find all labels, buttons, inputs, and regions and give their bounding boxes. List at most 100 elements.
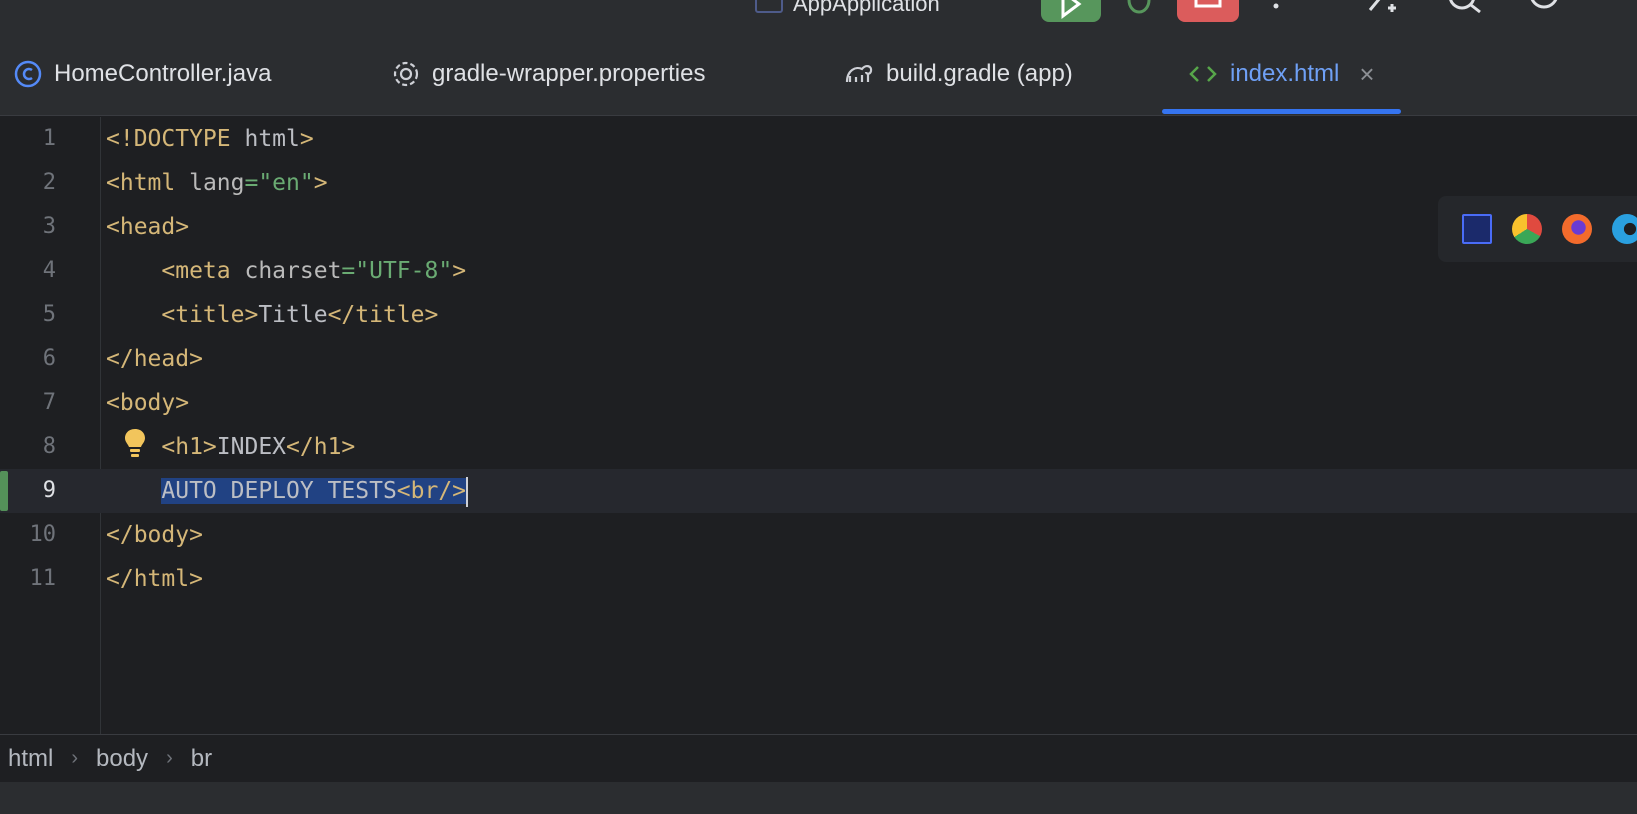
- code-token: AUTO DEPLOY TESTS: [161, 478, 397, 504]
- code-token: </h1>: [286, 434, 356, 460]
- code-text: <!DOCTYPE html>: [106, 117, 314, 161]
- code-token: html: [244, 126, 300, 152]
- code-text: </body>: [106, 513, 203, 557]
- code-text: <head>: [106, 205, 189, 249]
- search-icon: [1449, 0, 1481, 14]
- code-token: </title>: [327, 302, 439, 328]
- code-text: <html lang="en">: [106, 161, 328, 205]
- code-line[interactable]: 8 <h1>INDEX</h1>: [0, 425, 1637, 469]
- code-line[interactable]: 7 <body>: [0, 381, 1637, 425]
- line-number: 3: [42, 214, 56, 239]
- status-bar: [0, 782, 1637, 814]
- add-user-button[interactable]: [1366, 0, 1406, 19]
- play-icon: [1061, 0, 1082, 19]
- tab-label: HomeController.java: [54, 60, 272, 87]
- code-line[interactable]: 10 </body>: [0, 513, 1637, 557]
- breadcrumb: html › body › br: [0, 734, 1637, 782]
- code-text: <meta charset="UTF-8">: [106, 249, 466, 293]
- line-number: 10: [29, 522, 57, 547]
- code-text: <title>Title</title>: [106, 293, 438, 337]
- code-token: <head>: [106, 214, 190, 240]
- code-line[interactable]: 6 </head>: [0, 337, 1637, 381]
- tab-build-gradle[interactable]: build.gradle (app): [844, 32, 1073, 116]
- chrome-icon[interactable]: [1512, 214, 1542, 244]
- line-number: 5: [42, 302, 56, 327]
- run-button[interactable]: [1041, 0, 1101, 22]
- code-token: <!DOCTYPE: [106, 126, 245, 152]
- more-actions-button[interactable]: [1270, 0, 1282, 15]
- gear-icon: [392, 60, 420, 88]
- more-vertical-icon: [1273, 3, 1279, 9]
- code-token: <meta: [161, 258, 245, 284]
- line-number: 7: [42, 390, 56, 415]
- html-icon: [1188, 60, 1218, 88]
- bug-icon: [1127, 0, 1151, 14]
- open-in-browser-popup: [1438, 196, 1637, 262]
- search-button[interactable]: [1446, 0, 1486, 19]
- line-number: 9: [42, 478, 56, 503]
- gear-icon: [1530, 0, 1558, 9]
- line-number: 2: [42, 170, 56, 195]
- code-text: AUTO DEPLOY TESTS<br/>: [106, 469, 469, 513]
- code-line[interactable]: 4 <meta charset="UTF-8">: [0, 249, 1637, 293]
- code-line[interactable]: 11 </html>: [0, 557, 1637, 601]
- code-token: >: [313, 170, 328, 196]
- tab-label: build.gradle (app): [886, 60, 1073, 87]
- code-token: </body>: [106, 522, 203, 548]
- main-toolbar: AppApplication: [0, 0, 1637, 32]
- tab-label: gradle-wrapper.properties: [432, 60, 706, 87]
- code-token: charset: [244, 258, 342, 284]
- code-line[interactable]: 1 <!DOCTYPE html>: [0, 117, 1637, 161]
- text-caret: [466, 476, 469, 507]
- code-token: >: [299, 126, 314, 152]
- tab-index-html[interactable]: index.html ×: [1162, 32, 1401, 116]
- code-token: ="UTF-8": [341, 258, 453, 284]
- code-line[interactable]: 2 <html lang="en">: [0, 161, 1637, 205]
- code-token: Title: [258, 302, 328, 328]
- chevron-right-icon: ›: [166, 747, 173, 769]
- tab-homecontroller[interactable]: HomeController.java: [14, 32, 271, 116]
- firefox-icon[interactable]: [1562, 214, 1592, 244]
- breadcrumb-item[interactable]: br: [191, 745, 212, 773]
- code-line[interactable]: 3 <head>: [0, 205, 1637, 249]
- code-text: </head>: [106, 337, 203, 381]
- code-token: <h1>: [161, 434, 217, 460]
- code-token: ="en": [244, 170, 314, 196]
- breadcrumb-item[interactable]: html: [8, 745, 53, 773]
- close-icon[interactable]: ×: [1359, 59, 1374, 90]
- line-number: 1: [42, 126, 56, 151]
- code-token: INDEX: [216, 434, 287, 460]
- line-number: 6: [42, 346, 56, 371]
- gradle-icon: [844, 60, 874, 88]
- stop-button[interactable]: [1177, 0, 1239, 22]
- line-number: 8: [42, 434, 56, 459]
- code-token: </html>: [106, 566, 203, 592]
- chevron-right-icon: ›: [71, 747, 79, 769]
- debug-button[interactable]: [1121, 0, 1157, 22]
- intellij-icon[interactable]: [1462, 214, 1492, 244]
- settings-button[interactable]: [1524, 0, 1564, 19]
- breadcrumb-item[interactable]: body: [96, 745, 148, 773]
- stop-icon: [1194, 0, 1222, 8]
- lightbulb-icon[interactable]: [124, 427, 146, 464]
- code-token: <title>: [161, 302, 259, 328]
- code-line[interactable]: 9 AUTO DEPLOY TESTS<br/>: [0, 469, 1637, 513]
- edge-icon[interactable]: [1612, 214, 1637, 244]
- tab-gradle-wrapper-properties[interactable]: gradle-wrapper.properties: [392, 32, 705, 116]
- run-configuration-selector[interactable]: AppApplication: [755, 0, 940, 20]
- code-line[interactable]: 5 <title>Title</title>: [0, 293, 1637, 337]
- code-token: <html: [106, 170, 190, 196]
- tab-label: index.html: [1230, 60, 1340, 87]
- code-editor[interactable]: 1 <!DOCTYPE html> 2 <html lang="en"> 3 <head>…: [0, 117, 1637, 734]
- code-token: <body>: [106, 390, 190, 416]
- run-config-label: AppApplication: [793, 0, 940, 16]
- code-text: <body>: [106, 381, 189, 425]
- line-number: 11: [29, 566, 57, 591]
- editor-tabs: HomeController.java gradle-wrapper.prope…: [0, 32, 1637, 116]
- code-token: lang: [189, 170, 245, 196]
- code-token: </head>: [106, 346, 203, 372]
- run-config-icon: [755, 0, 783, 13]
